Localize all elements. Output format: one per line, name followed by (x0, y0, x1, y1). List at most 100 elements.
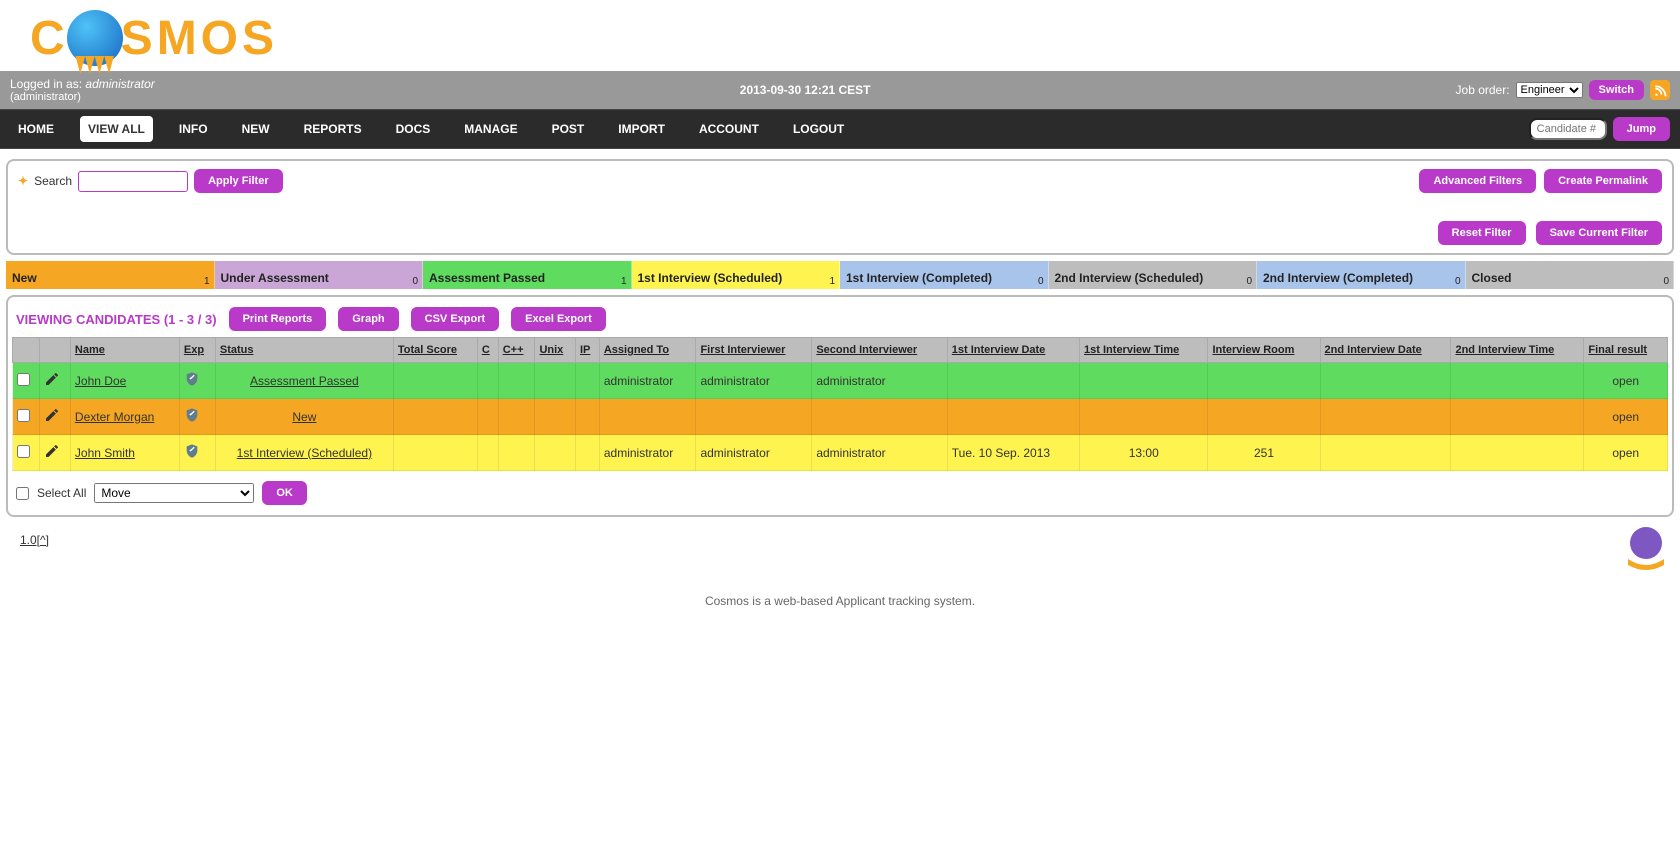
status-link[interactable]: 1st Interview (Scheduled) (220, 446, 389, 460)
create-permalink-button[interactable]: Create Permalink (1544, 169, 1662, 193)
nav-view-all[interactable]: VIEW ALL (80, 116, 153, 142)
nav-import[interactable]: IMPORT (610, 116, 673, 142)
stage-2nd-interview-completed-[interactable]: 2nd Interview (Completed)0 (1257, 261, 1466, 289)
col-assigned-to[interactable]: Assigned To (599, 338, 696, 363)
col-c-[interactable]: C++ (498, 338, 535, 363)
exp-icon[interactable] (184, 441, 200, 461)
logo-c: C (30, 11, 69, 66)
cell (1320, 399, 1451, 435)
graph-button[interactable]: Graph (338, 307, 398, 331)
print-reports-button[interactable]: Print Reports (229, 307, 327, 331)
status-link[interactable]: New (220, 410, 389, 424)
viewing-title: VIEWING CANDIDATES (1 - 3 / 3) (16, 312, 217, 327)
search-input[interactable] (78, 171, 188, 192)
cell (40, 399, 71, 435)
col-first-interviewer[interactable]: First Interviewer (696, 338, 812, 363)
edit-icon[interactable] (44, 443, 60, 459)
col-interview-room[interactable]: Interview Room (1208, 338, 1320, 363)
exp-icon[interactable] (184, 369, 200, 389)
switch-button[interactable]: Switch (1589, 80, 1644, 100)
select-all-checkbox[interactable] (16, 487, 29, 500)
candidates-table: NameExpStatusTotal ScoreCC++UnixIPAssign… (12, 337, 1668, 471)
stage-assessment-passed[interactable]: Assessment Passed1 (423, 261, 632, 289)
nav-post[interactable]: POST (544, 116, 593, 142)
nav-logout[interactable]: LOGOUT (785, 116, 852, 142)
col-2nd-interview-date[interactable]: 2nd Interview Date (1320, 338, 1451, 363)
cell (1208, 399, 1320, 435)
row-checkbox[interactable] (17, 373, 30, 386)
cell (13, 363, 40, 399)
save-filter-button[interactable]: Save Current Filter (1536, 221, 1662, 245)
stage-closed[interactable]: Closed0 (1466, 261, 1675, 289)
table-row: John Smith 1st Interview (Scheduled) admin… (13, 435, 1668, 471)
col-unix[interactable]: Unix (535, 338, 575, 363)
cell (947, 399, 1079, 435)
job-order-select[interactable]: Engineer (1516, 82, 1583, 98)
version-link[interactable]: 1.0[^] (10, 523, 59, 557)
candidates-box: VIEWING CANDIDATES (1 - 3 / 3) Print Rep… (6, 295, 1674, 517)
cell (498, 399, 535, 435)
stage-under-assessment[interactable]: Under Assessment0 (215, 261, 424, 289)
nav-info[interactable]: INFO (171, 116, 216, 142)
reset-filter-button[interactable]: Reset Filter (1438, 221, 1526, 245)
cell (1451, 399, 1584, 435)
cell: Assessment Passed (215, 363, 393, 399)
col-final-result[interactable]: Final result (1584, 338, 1668, 363)
status-link[interactable]: Assessment Passed (220, 374, 389, 388)
nav-home[interactable]: HOME (10, 116, 62, 142)
csv-export-button[interactable]: CSV Export (411, 307, 500, 331)
col-status[interactable]: Status (215, 338, 393, 363)
cell (575, 399, 599, 435)
col-ip[interactable]: IP (575, 338, 599, 363)
bulk-ok-button[interactable]: OK (262, 481, 307, 505)
cell (1080, 363, 1208, 399)
footer-logo-icon (1622, 523, 1670, 574)
col-2nd-interview-time[interactable]: 2nd Interview Time (1451, 338, 1584, 363)
search-label: Search (34, 174, 72, 188)
info-bar: Logged in as: administrator (administrat… (0, 71, 1680, 109)
edit-icon[interactable] (44, 371, 60, 387)
nav-new[interactable]: NEW (234, 116, 278, 142)
cell (179, 399, 215, 435)
stage-1st-interview-scheduled-[interactable]: 1st Interview (Scheduled)1 (632, 261, 841, 289)
stage-1st-interview-completed-[interactable]: 1st Interview (Completed)0 (840, 261, 1049, 289)
nav-reports[interactable]: REPORTS (296, 116, 370, 142)
bulk-action-select[interactable]: Move (94, 483, 254, 503)
candidate-name-link[interactable]: John Smith (75, 446, 135, 460)
cell (477, 435, 498, 471)
excel-export-button[interactable]: Excel Export (511, 307, 606, 331)
row-checkbox[interactable] (17, 445, 30, 458)
nav-manage[interactable]: MANAGE (456, 116, 525, 142)
stage-2nd-interview-scheduled-[interactable]: 2nd Interview (Scheduled)0 (1049, 261, 1258, 289)
edit-icon[interactable] (44, 407, 60, 423)
candidate-name-link[interactable]: John Doe (75, 374, 126, 388)
cell: administrator (812, 435, 947, 471)
col-c[interactable]: C (477, 338, 498, 363)
jump-input[interactable] (1529, 118, 1607, 140)
advanced-filters-button[interactable]: Advanced Filters (1419, 169, 1536, 193)
rss-icon[interactable] (1650, 80, 1670, 100)
row-checkbox[interactable] (17, 409, 30, 422)
logged-in-role: (administrator) (10, 91, 155, 103)
col-name[interactable]: Name (70, 338, 179, 363)
candidate-name-link[interactable]: Dexter Morgan (75, 410, 154, 424)
exp-icon[interactable] (184, 405, 200, 425)
expand-icon[interactable]: ✦ (18, 174, 28, 188)
apply-filter-button[interactable]: Apply Filter (194, 169, 283, 193)
col-exp[interactable]: Exp (179, 338, 215, 363)
cell (947, 363, 1079, 399)
col-1st-interview-time[interactable]: 1st Interview Time (1080, 338, 1208, 363)
cell (498, 363, 535, 399)
cell: John Smith (70, 435, 179, 471)
nav-account[interactable]: ACCOUNT (691, 116, 767, 142)
nav-docs[interactable]: DOCS (388, 116, 439, 142)
col-total-score[interactable]: Total Score (393, 338, 477, 363)
col-1st-interview-date[interactable]: 1st Interview Date (947, 338, 1079, 363)
col-second-interviewer[interactable]: Second Interviewer (812, 338, 947, 363)
cell: Dexter Morgan (70, 399, 179, 435)
stage-count: 1 (204, 276, 210, 287)
cell: 13:00 (1080, 435, 1208, 471)
cell: open (1584, 435, 1668, 471)
stage-new[interactable]: New1 (6, 261, 215, 289)
jump-button[interactable]: Jump (1613, 117, 1670, 141)
